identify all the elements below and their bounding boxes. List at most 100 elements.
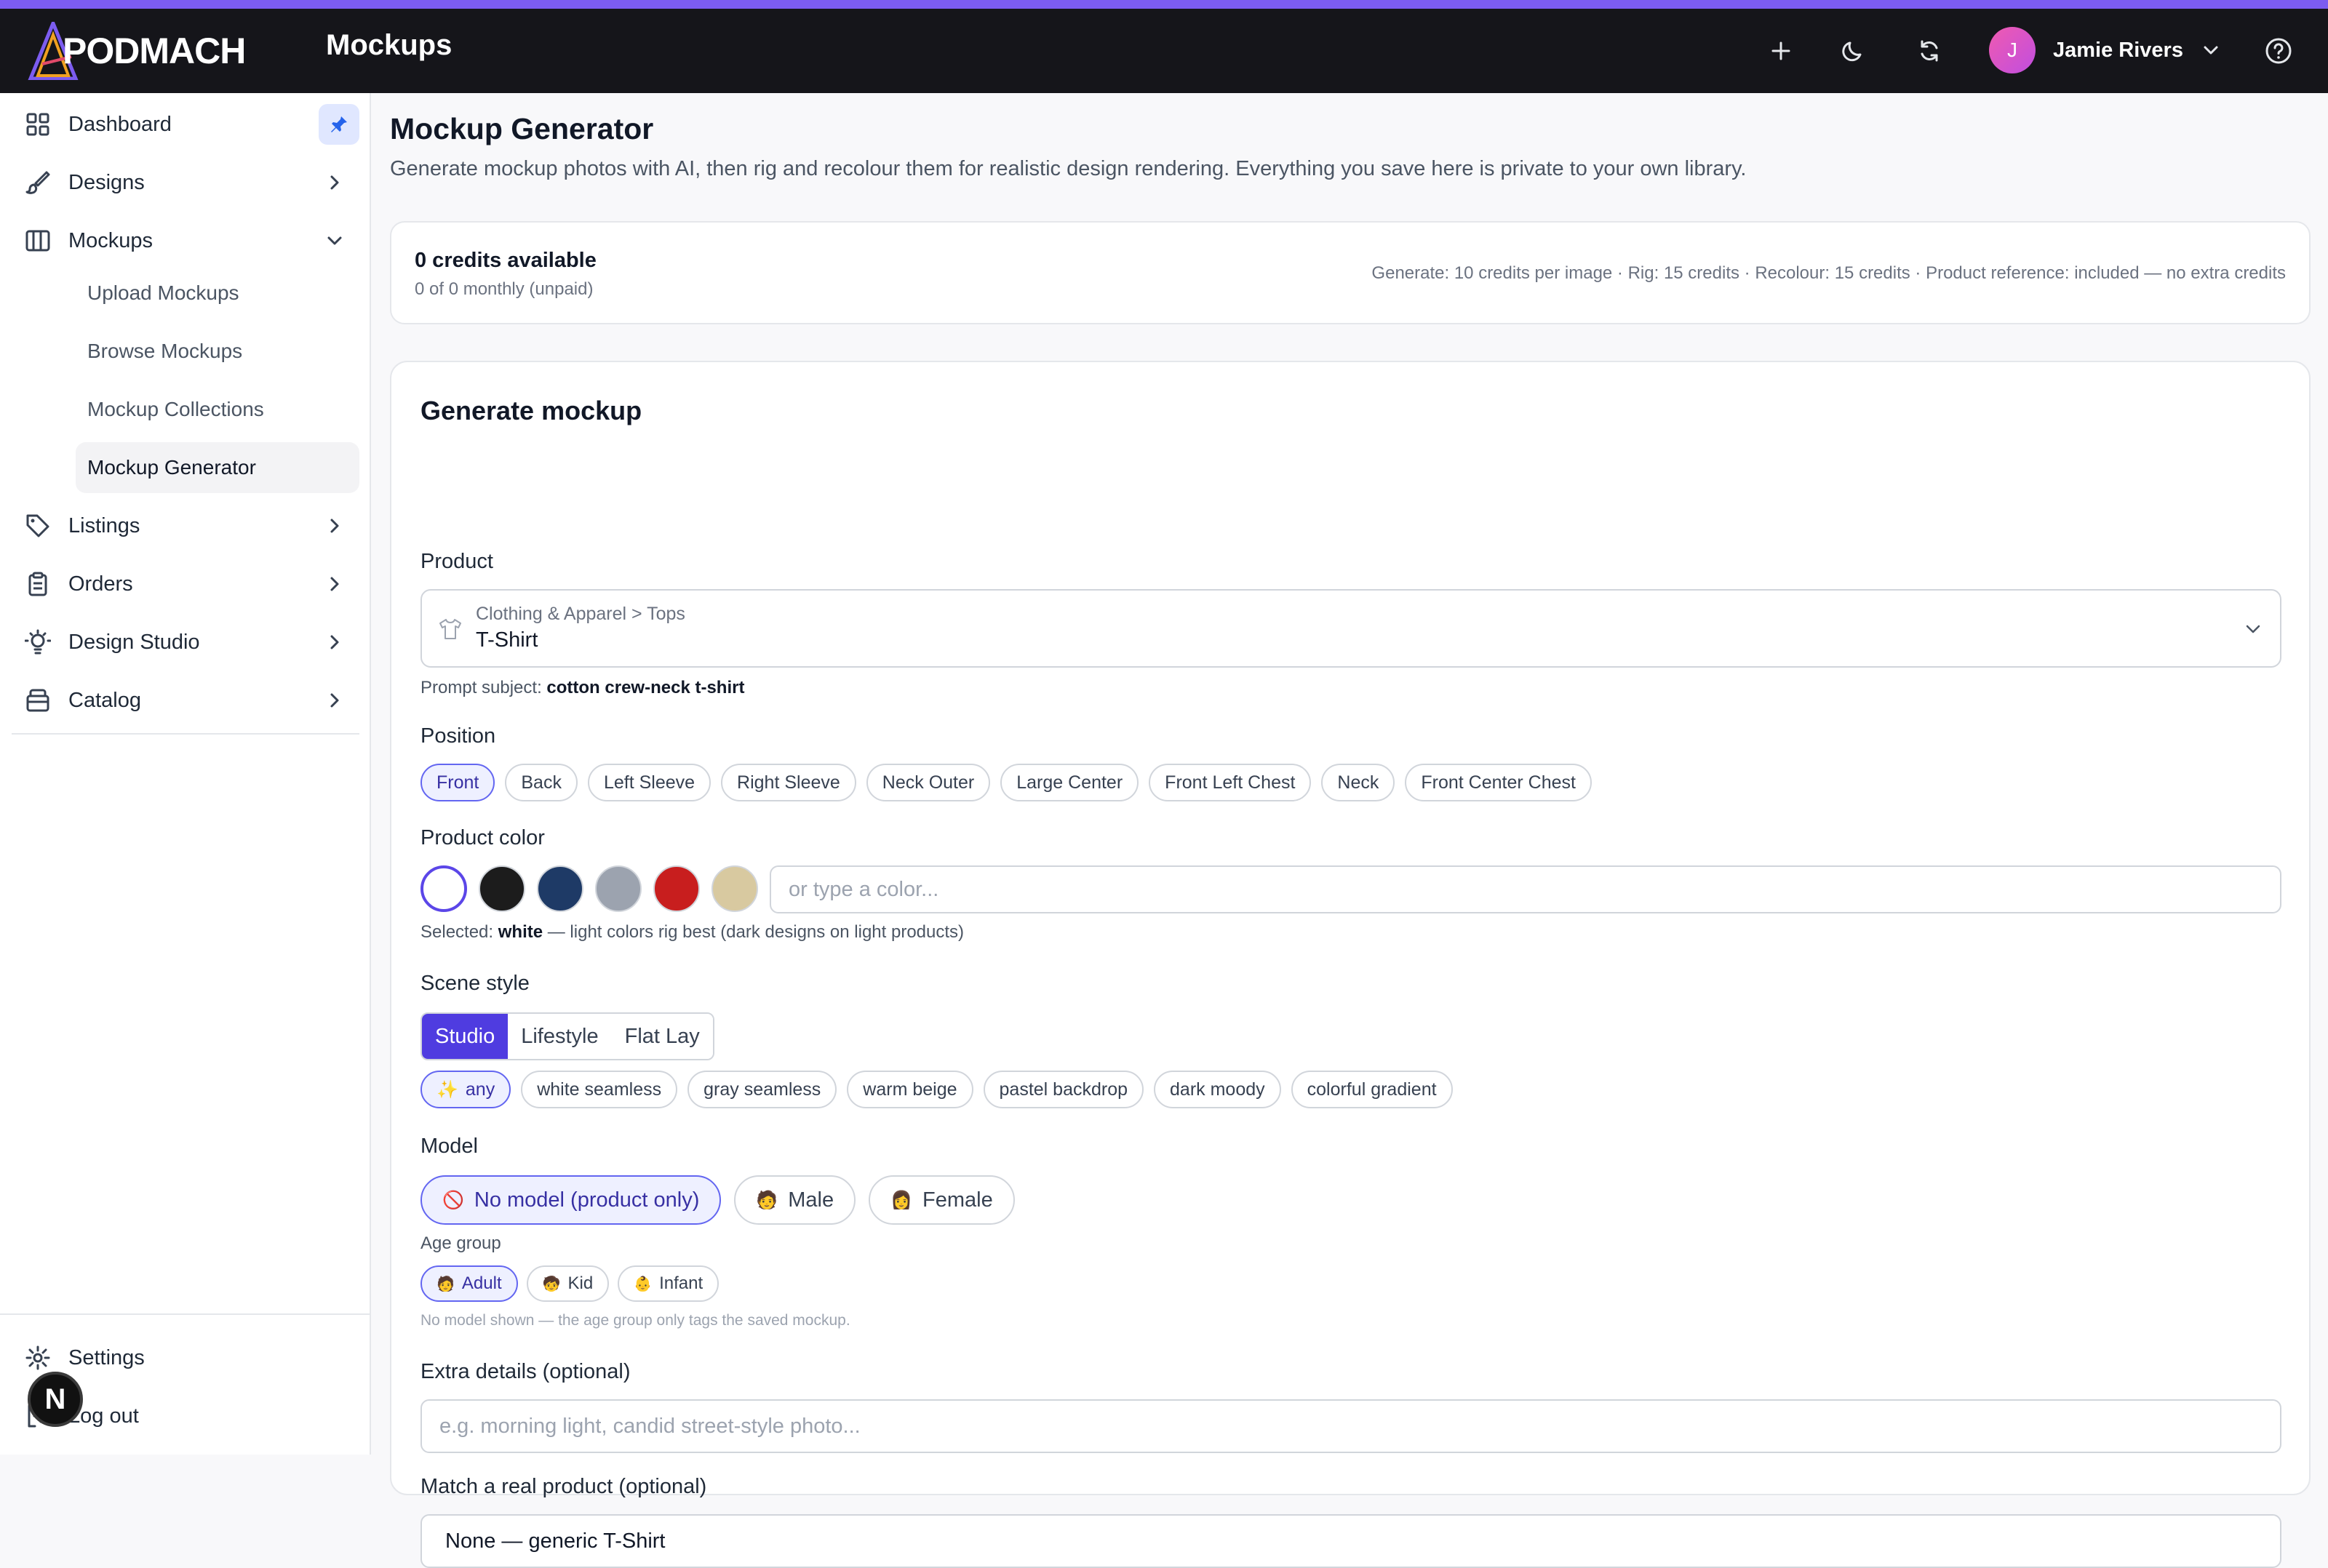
sidebar-item-designs[interactable]: Designs xyxy=(12,159,359,207)
n-badge[interactable]: N xyxy=(28,1372,83,1427)
age-chip-infant[interactable]: 👶 Infant xyxy=(618,1265,719,1302)
female-icon: 👩 xyxy=(890,1190,913,1210)
model-chip-male[interactable]: 🧑 Male xyxy=(734,1175,856,1225)
section-heading: Generate mockup xyxy=(420,396,642,425)
age-chip-label: Infant xyxy=(659,1273,703,1293)
tab-lifestyle[interactable]: Lifestyle xyxy=(508,1014,612,1059)
sidebar-item-dashboard[interactable]: Dashboard xyxy=(12,100,359,148)
sidebar-divider xyxy=(12,733,359,735)
male-icon: 🧑 xyxy=(756,1190,778,1210)
color-swatch-black[interactable] xyxy=(479,865,525,912)
sidebar-item-catalog[interactable]: Catalog xyxy=(12,676,359,724)
extra-details-input[interactable]: e.g. morning light, candid street-style … xyxy=(420,1399,2281,1453)
app-logo[interactable]: PODMACH xyxy=(28,19,246,83)
sidebar-item-label: Dashboard xyxy=(68,112,172,136)
credits-title: 0 credits available xyxy=(415,249,597,272)
sidebar-item-label: Designs xyxy=(68,170,145,194)
match-product-select[interactable]: None — generic T-Shirt xyxy=(420,1514,2281,1568)
page-title: Mockup Generator xyxy=(390,112,654,145)
color-label: Product color xyxy=(420,826,545,849)
position-label: Position xyxy=(420,724,496,748)
position-chip[interactable]: Front Left Chest xyxy=(1149,764,1312,801)
color-swatch-white[interactable] xyxy=(420,865,467,912)
sidebar-item-label: Mockups xyxy=(68,228,154,252)
selected-color-note: — light colors rig best (dark designs on… xyxy=(547,922,965,942)
backdrop-chip[interactable]: dark moody xyxy=(1154,1071,1281,1108)
age-group-label: Age group xyxy=(420,1233,501,1253)
sidebar-item-orders[interactable]: Orders xyxy=(12,560,359,608)
sidebar-item-label: Orders xyxy=(68,572,133,596)
position-chip[interactable]: Large Center xyxy=(1000,764,1139,801)
position-chips: Front Back Left Sleeve Right Sleeve Neck… xyxy=(420,764,1592,801)
sidebar-item-label: Catalog xyxy=(68,688,141,712)
chevron-down-icon xyxy=(2246,625,2260,633)
backdrop-chip[interactable]: white seamless xyxy=(521,1071,678,1108)
sidebar-subitem-browse-mockups[interactable]: Browse Mockups xyxy=(76,326,359,377)
infant-icon: 👶 xyxy=(634,1275,653,1292)
help-icon[interactable] xyxy=(2261,33,2296,68)
backdrop-chip[interactable]: gray seamless xyxy=(687,1071,837,1108)
bulb-icon xyxy=(23,628,52,657)
selected-color-hint: Selected: white — light colors rig best … xyxy=(420,922,964,943)
sidebar-subitem-mockup-collections[interactable]: Mockup Collections xyxy=(76,384,359,435)
sidebar-divider xyxy=(0,1313,371,1315)
backdrop-chip[interactable]: ✨ any xyxy=(420,1071,511,1108)
avatar: J xyxy=(1989,27,2036,73)
color-input[interactable]: or type a color... xyxy=(770,865,2281,913)
model-chip-none[interactable]: 🚫 No model (product only) xyxy=(420,1175,722,1225)
dark-mode-icon[interactable] xyxy=(1836,33,1871,68)
backdrop-chip[interactable]: warm beige xyxy=(847,1071,973,1108)
color-swatch-beige[interactable] xyxy=(711,865,758,912)
chevron-down-icon xyxy=(2204,46,2218,55)
chevron-right-icon xyxy=(330,577,339,591)
color-swatch-red[interactable] xyxy=(653,865,700,912)
sidebar-item-design-studio[interactable]: Design Studio xyxy=(12,618,359,666)
tab-flat-lay[interactable]: Flat Lay xyxy=(611,1014,713,1059)
backdrop-chip[interactable]: colorful gradient xyxy=(1291,1071,1453,1108)
no-entry-icon: 🚫 xyxy=(442,1190,464,1210)
age-chip-adult[interactable]: 🧑 Adult xyxy=(420,1265,518,1302)
position-chip[interactable]: Front Center Chest xyxy=(1405,764,1592,801)
user-menu[interactable]: J Jamie Rivers xyxy=(1989,25,2221,76)
position-chip[interactable]: Right Sleeve xyxy=(721,764,856,801)
age-chip-kid[interactable]: 🧒 Kid xyxy=(526,1265,610,1302)
sidebar-item-listings[interactable]: Listings xyxy=(12,502,359,550)
age-chip-label: Adult xyxy=(461,1273,502,1293)
sidebar-subitem-label: Mockup Collections xyxy=(87,398,264,420)
color-swatch-gray[interactable] xyxy=(595,865,642,912)
position-chip[interactable]: Front xyxy=(420,764,495,801)
position-chip[interactable]: Neck Outer xyxy=(866,764,991,801)
pin-icon[interactable] xyxy=(319,104,359,145)
position-chip[interactable]: Back xyxy=(505,764,578,801)
extra-details-label: Extra details (optional) xyxy=(420,1360,631,1383)
position-chip[interactable]: Left Sleeve xyxy=(587,764,711,801)
backdrop-chip-label: any xyxy=(465,1079,495,1100)
product-label: Product xyxy=(420,550,493,573)
add-icon[interactable] xyxy=(1763,33,1798,68)
backdrop-chip[interactable]: pastel backdrop xyxy=(983,1071,1144,1108)
mockups-icon xyxy=(23,226,52,255)
model-chip-female[interactable]: 👩 Female xyxy=(869,1175,1015,1225)
product-select[interactable]: Clothing & Apparel > Tops T-Shirt xyxy=(420,589,2281,668)
brush-icon xyxy=(23,168,52,197)
model-chips: 🚫 No model (product only) 🧑 Male 👩 Female xyxy=(420,1175,1015,1225)
shirt-icon xyxy=(439,619,461,639)
sidebar-item-mockups[interactable]: Mockups xyxy=(12,217,359,265)
position-chip[interactable]: Neck xyxy=(1321,764,1395,801)
tab-studio[interactable]: Studio xyxy=(422,1014,509,1059)
generate-mockup-card: Generate mockup Product Clothing & Appar… xyxy=(390,361,2311,1568)
sidebar-subitem-upload-mockups[interactable]: Upload Mockups xyxy=(76,268,359,319)
product-value: T-Shirt xyxy=(476,628,538,652)
clipboard-icon xyxy=(23,569,52,599)
scene-style-label: Scene style xyxy=(420,972,530,995)
refresh-icon[interactable] xyxy=(1912,33,1947,68)
age-chip-label: Kid xyxy=(567,1273,594,1293)
selected-color-prefix: Selected: xyxy=(420,922,494,942)
model-chip-label: No model (product only) xyxy=(474,1188,700,1212)
sidebar-subitem-mockup-generator[interactable]: Mockup Generator xyxy=(76,442,359,493)
product-category-path: Clothing & Apparel > Tops xyxy=(476,604,685,624)
chevron-right-icon xyxy=(330,635,339,649)
credits-subtitle: 0 of 0 monthly (unpaid) xyxy=(415,279,594,299)
sidebar: Dashboard Designs Mockups Upload Mockups… xyxy=(0,93,371,1455)
color-swatch-navy[interactable] xyxy=(537,865,583,912)
